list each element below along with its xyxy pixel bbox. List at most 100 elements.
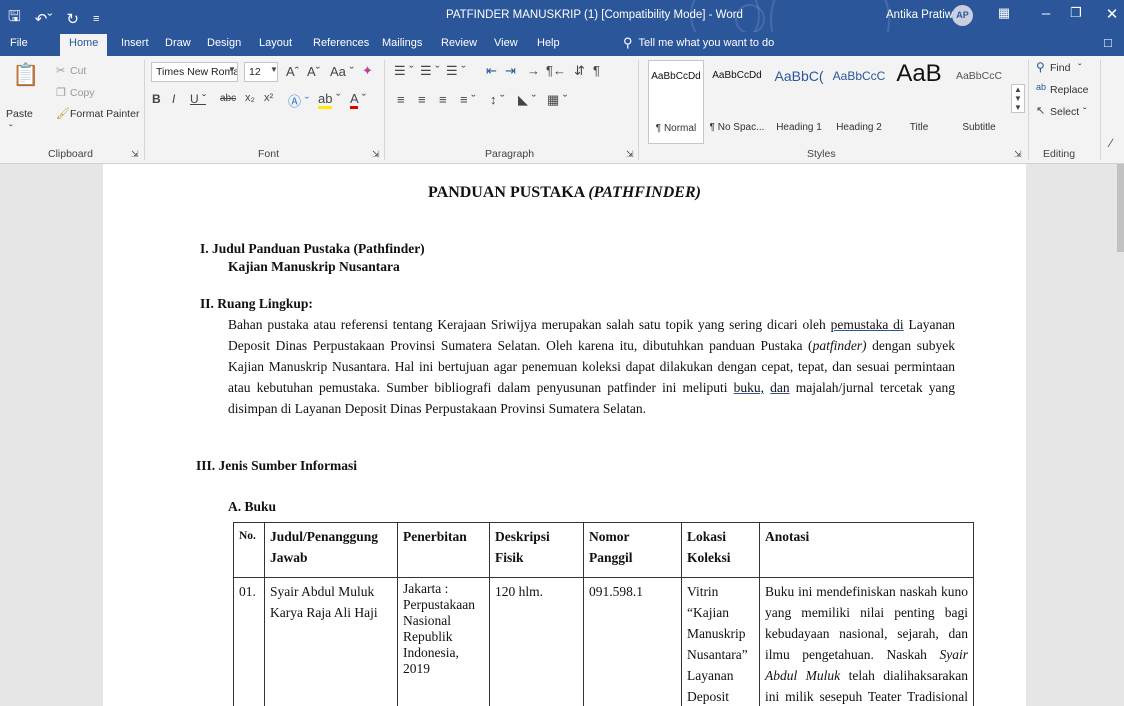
style-no-spacing[interactable]: AaBbCcDd ¶ No Spac... [708, 60, 766, 144]
select-cursor-icon: ↖ [1036, 105, 1046, 117]
table-header-cell: Judul/Penanggung Jawab [264, 522, 398, 578]
window-title: PATFINDER MANUSKRIP (1) [Compatibility M… [446, 9, 743, 21]
line-spacing-icon[interactable]: ↕ ˇ [490, 92, 504, 107]
underline-icon[interactable]: U ˇ [190, 92, 206, 106]
highlight-icon[interactable]: ab ˇ [318, 91, 340, 109]
dialog-launcher-icon[interactable]: ⇲ [131, 149, 139, 160]
copy-button[interactable]: Copy [70, 87, 95, 99]
style-name: Title [909, 122, 929, 133]
save-icon[interactable]: 🖫 [8, 6, 21, 31]
increase-indent-icon[interactable]: ⇥ [505, 63, 516, 79]
title-bar: 🖫 ↶ˇ ↻ ≡ PATFINDER MANUSKRIP (1) [Compat… [0, 0, 1124, 80]
divider [144, 60, 145, 160]
ltr-direction-icon[interactable]: → [527, 63, 540, 78]
style-sample: AaBbCcC [832, 69, 886, 83]
font-name-combo[interactable]: Times New Roma [151, 62, 238, 82]
tab-review[interactable]: Review [441, 37, 477, 49]
sort-icon[interactable]: ⇵ [574, 63, 585, 79]
chevron-down-icon[interactable]: ▼ [270, 65, 278, 74]
justify-icon[interactable]: ≡ ˇ [460, 92, 476, 107]
subscript-icon[interactable]: x₂ [245, 92, 255, 104]
chevron-down-icon[interactable]: ▼ [228, 65, 236, 74]
text-run: Bahan pustaka atau referensi tentang Ker… [228, 317, 831, 332]
superscript-icon[interactable]: x² [264, 92, 273, 104]
show-formatting-icon[interactable]: ¶ [593, 63, 600, 78]
change-case-icon[interactable]: Aa ˇ [330, 64, 354, 79]
tab-design[interactable]: Design [207, 37, 241, 49]
tab-draw[interactable]: Draw [165, 37, 191, 49]
grow-font-icon[interactable]: Aˆ [286, 64, 299, 79]
tab-references[interactable]: References [313, 37, 369, 49]
clear-formatting-icon[interactable]: ✦ [362, 63, 373, 79]
rtl-direction-icon[interactable]: ¶← [546, 63, 566, 78]
style-normal[interactable]: AaBbCcDd ¶ Normal [648, 60, 704, 144]
table-cell: Jakarta : Perpustakaan Nasional Republik… [397, 577, 490, 706]
search-icon: ⚲ [1036, 60, 1045, 74]
table-cell: 120 hlm. [489, 577, 584, 706]
ribbon-display-icon[interactable]: ▦ [994, 5, 1014, 21]
style-heading-1[interactable]: AaBbC( Heading 1 [770, 60, 828, 144]
styles-scroll-icon[interactable]: ▲ ▼ ▼ [1011, 84, 1025, 113]
bold-icon[interactable]: B [152, 92, 161, 106]
user-name[interactable]: Antika Pratiwi [886, 9, 956, 21]
text-run-underlined: buku, [733, 380, 765, 395]
paste-dropdown-icon[interactable]: ˇ [9, 123, 13, 135]
italic-icon[interactable]: I [172, 92, 175, 106]
paste-icon[interactable]: 📋 [12, 62, 39, 88]
align-center-icon[interactable]: ≡ [418, 92, 426, 107]
ribbon-tabs: File Home Insert Draw Design Layout Refe… [0, 32, 1124, 56]
table-header-cell: No. [233, 522, 265, 578]
style-subtitle[interactable]: AaBbCcC Subtitle [950, 60, 1008, 144]
comments-icon[interactable]: □ [1104, 35, 1112, 50]
table-cell: 01. [233, 577, 265, 706]
chevron-down-icon[interactable]: ˇ [1083, 106, 1087, 118]
tab-help[interactable]: Help [537, 37, 560, 49]
paste-button[interactable]: Paste [6, 108, 33, 120]
minimize-icon[interactable]: – [1036, 5, 1056, 22]
decrease-indent-icon[interactable]: ⇤ [486, 63, 497, 79]
tab-view[interactable]: View [494, 37, 518, 49]
tab-file[interactable]: File [10, 37, 28, 49]
bullets-icon[interactable]: ☰ ˇ [394, 63, 414, 79]
strikethrough-icon[interactable]: abc [220, 93, 236, 104]
tab-home[interactable]: Home [60, 34, 108, 56]
font-color-icon[interactable]: A ˇ [350, 91, 366, 109]
tell-me-box[interactable]: ⚲ Tell me what you want to do [623, 35, 774, 51]
style-title[interactable]: AaB Title [892, 60, 946, 144]
document-page[interactable]: PANDUAN PUSTAKA (PATHFINDER) I. Judul Pa… [103, 164, 1026, 706]
style-heading-2[interactable]: AaBbCcC Heading 2 [830, 60, 888, 144]
find-button[interactable]: Find [1050, 62, 1070, 74]
chevron-down-icon[interactable]: ˇ [1078, 62, 1082, 74]
tab-layout[interactable]: Layout [259, 37, 292, 49]
customize-qat-icon[interactable]: ≡ [93, 13, 99, 25]
text-effects-icon[interactable]: Ⓐ ˇ [288, 91, 309, 110]
replace-button[interactable]: Replace [1050, 84, 1089, 96]
tab-insert[interactable]: Insert [121, 37, 149, 49]
multilevel-list-icon[interactable]: ☰ ˇ [446, 63, 466, 79]
redo-icon[interactable]: ↻ [66, 10, 79, 28]
select-button[interactable]: Select [1050, 106, 1079, 118]
shading-icon[interactable]: ◣ ˇ [518, 92, 536, 108]
styles-group-label: Styles [807, 148, 836, 160]
collapse-ribbon-icon[interactable]: ∕ [1110, 136, 1112, 150]
title-main: PANDUAN PUSTAKA [428, 184, 589, 201]
align-right-icon[interactable]: ≡ [439, 92, 447, 107]
table-row: 01. Syair Abdul Muluk Karya Raja Ali Haj… [233, 577, 974, 706]
restore-icon[interactable]: ❐ [1066, 5, 1086, 21]
dialog-launcher-icon[interactable]: ⇲ [372, 149, 380, 160]
close-icon[interactable]: ✕ [1102, 5, 1122, 23]
vertical-scrollbar[interactable] [1117, 164, 1124, 252]
shrink-font-icon[interactable]: Aˇ [307, 64, 320, 79]
ribbon: 📋 Paste ˇ ✂ Cut ❐ Copy 🖌 Format Painter … [0, 56, 1124, 164]
format-painter-button[interactable]: Format Painter [70, 108, 139, 120]
dialog-launcher-icon[interactable]: ⇲ [626, 149, 634, 160]
dialog-launcher-icon[interactable]: ⇲ [1014, 149, 1022, 160]
borders-icon[interactable]: ▦ ˇ [547, 92, 567, 108]
avatar[interactable]: AP [952, 5, 973, 26]
cut-button[interactable]: Cut [70, 65, 86, 77]
align-left-icon[interactable]: ≡ [397, 92, 405, 107]
table-cell: Vitrin “Kajian Manuskrip Nusantara” Laya… [681, 577, 760, 706]
numbering-icon[interactable]: ☰ ˇ [420, 63, 440, 79]
tab-mailings[interactable]: Mailings [382, 37, 422, 49]
undo-icon[interactable]: ↶ˇ [35, 10, 53, 28]
